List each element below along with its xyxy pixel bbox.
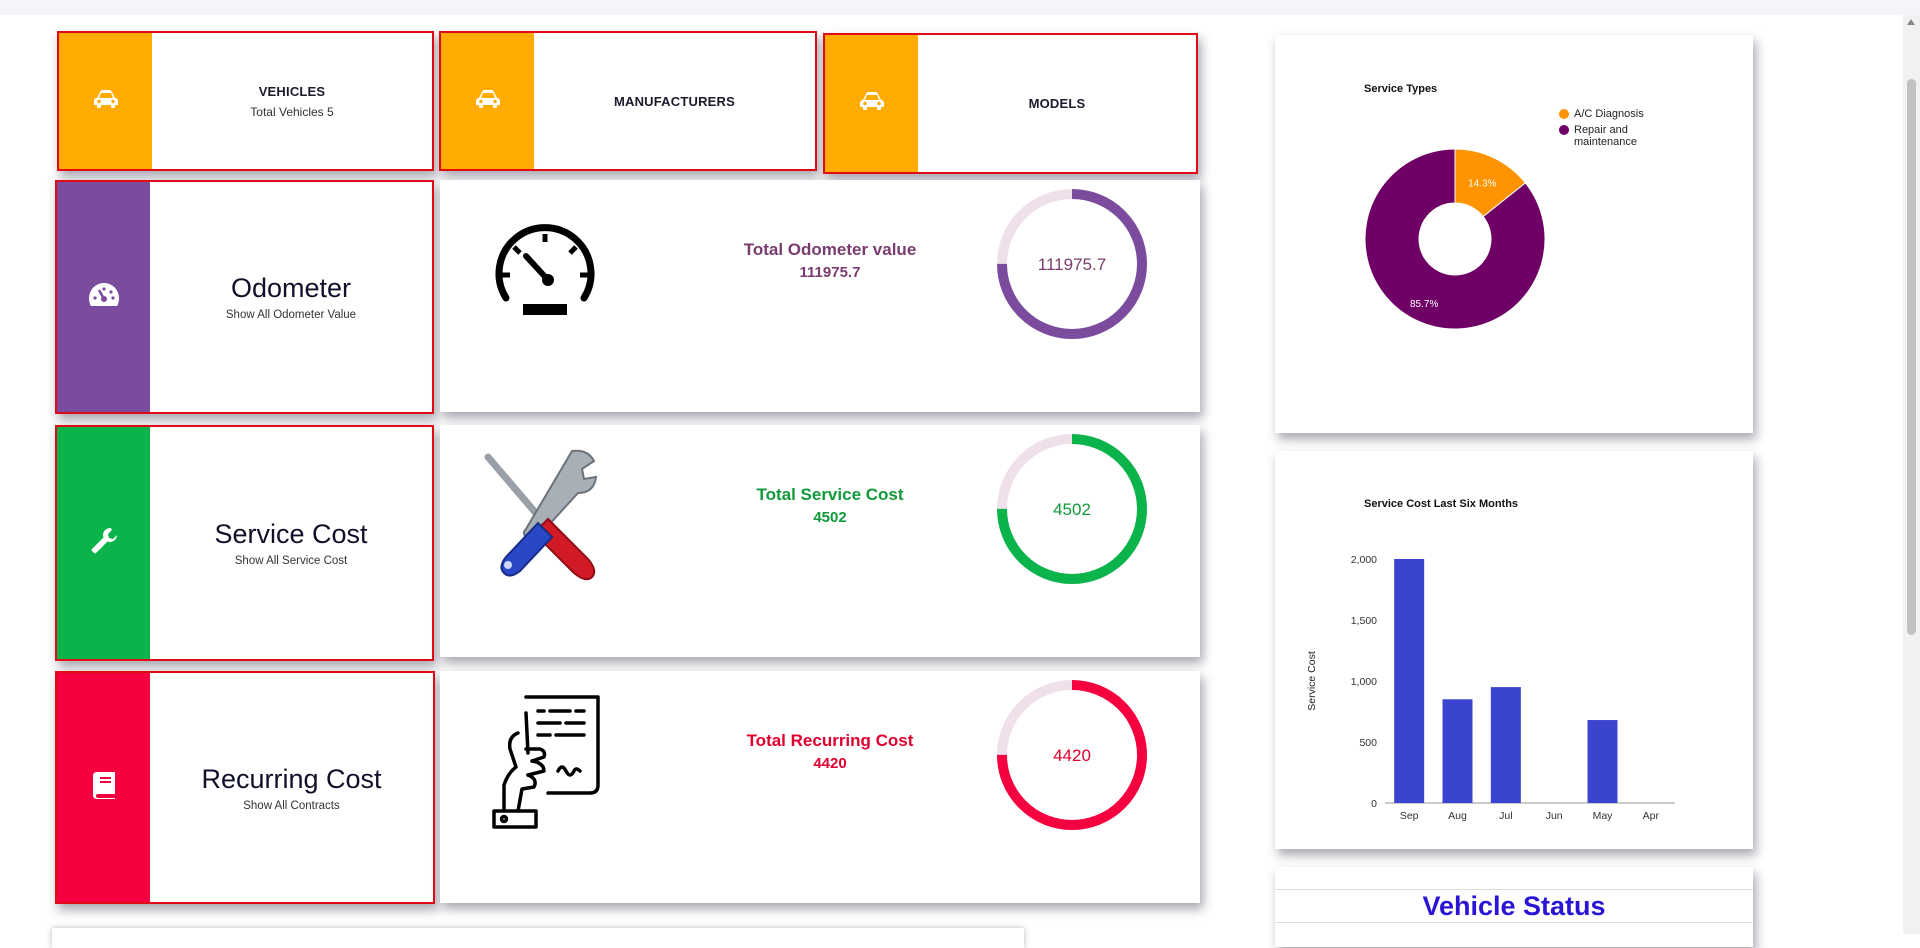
manufacturers-card[interactable]: MANUFACTURERS	[439, 31, 817, 171]
book-icon	[90, 770, 118, 805]
car-icon	[475, 89, 501, 114]
service-types-legend: A/C Diagnosis Repair and maintenance	[1559, 108, 1669, 152]
speedometer-icon	[87, 281, 121, 314]
odometer-strip	[57, 182, 150, 412]
service-total-panel: Total Service Cost 4502 4502	[440, 425, 1200, 657]
pie-data-label: 14.3%	[1468, 178, 1496, 189]
car-icon	[859, 91, 885, 116]
service-cost-subtitle[interactable]: Show All Service Cost	[235, 555, 348, 567]
service-types-donut: 14.3% 85.7%	[1364, 148, 1546, 330]
x-tick-label: Jul	[1499, 810, 1512, 822]
x-tick-label: Sep	[1400, 810, 1419, 822]
service-total-label: Total Service Cost	[756, 485, 904, 504]
bar[interactable]	[1442, 699, 1473, 803]
recurring-cost-card[interactable]: Recurring Cost Show All Contracts	[55, 671, 435, 904]
y-tick-label: 500	[1359, 737, 1377, 749]
odometer-card[interactable]: Odometer Show All Odometer Value	[55, 180, 434, 414]
recurring-cost-title: Recurring Cost	[201, 763, 382, 794]
bottom-card-partial	[52, 928, 1024, 948]
service-ring-value: 4502	[1053, 500, 1091, 519]
service-cost-strip	[57, 427, 150, 659]
service-ring: 4502	[992, 429, 1152, 594]
manufacturers-strip	[441, 33, 534, 169]
y-axis-label: Service Cost	[1306, 651, 1318, 711]
models-title: MODELS	[1028, 96, 1086, 111]
legend-label: Repair and maintenance	[1574, 124, 1637, 148]
vehicles-title: VEHICLES	[258, 83, 326, 99]
vehicles-card[interactable]: VEHICLES Total Vehicles 5	[57, 31, 434, 171]
x-tick-label: Apr	[1643, 810, 1660, 822]
legend-label: A/C Diagnosis	[1574, 108, 1644, 120]
models-strip	[825, 35, 918, 172]
service-total-value: 4502	[813, 509, 847, 526]
scrollbar[interactable]	[1903, 15, 1920, 934]
recurring-cost-strip	[57, 673, 150, 902]
recurring-total-value: 4420	[813, 755, 847, 772]
vehicles-subtitle: Total Vehicles 5	[250, 104, 334, 119]
speedometer-large-icon	[490, 220, 600, 325]
odometer-ring-value: 111975.7	[1038, 255, 1106, 274]
bar[interactable]	[1587, 720, 1618, 803]
manufacturers-title: MANUFACTURERS	[613, 93, 736, 109]
service-cost-card[interactable]: Service Cost Show All Service Cost	[55, 425, 434, 661]
scrollbar-thumb[interactable]	[1907, 79, 1916, 635]
recurring-ring-value: 4420	[1053, 746, 1091, 765]
service-cost-bar-chart: Service Cost 0 500 1,000 1,500 2,000 Sep Aug Jul…	[1306, 554, 1675, 822]
service-types-chart-panel: Service Types A/C Diagnosis Repair and m…	[1275, 35, 1753, 433]
models-card[interactable]: MODELS	[823, 33, 1198, 174]
service-cost-title: Service Cost	[214, 519, 368, 549]
vehicles-strip	[59, 33, 152, 169]
x-tick-label: May	[1593, 810, 1614, 822]
odometer-total-value: 111975.7	[799, 264, 861, 281]
odometer-ring: 111975.7	[992, 184, 1152, 349]
x-tick-label: Jun	[1546, 810, 1563, 822]
vehicle-status-panel: Vehicle Status	[1275, 867, 1753, 947]
odometer-total-label: Total Odometer value	[743, 240, 917, 259]
odometer-title: Odometer	[230, 273, 352, 303]
contract-icon	[488, 693, 608, 838]
bar[interactable]	[1394, 559, 1425, 803]
legend-dot	[1559, 125, 1569, 135]
scroll-up-arrow[interactable]	[1907, 19, 1915, 25]
pie-data-label: 85.7%	[1410, 299, 1438, 310]
y-tick-label: 1,000	[1351, 676, 1377, 688]
y-tick-label: 2,000	[1351, 554, 1377, 566]
y-tick-label: 1,500	[1351, 615, 1377, 627]
odometer-total-panel: Total Odometer value 111975.7 111975.7	[440, 180, 1200, 412]
odometer-subtitle[interactable]: Show All Odometer Value	[226, 309, 356, 321]
service-cost-chart-panel: Service Cost Last Six Months Service Cos…	[1275, 451, 1753, 849]
recurring-cost-subtitle[interactable]: Show All Contracts	[243, 800, 340, 812]
recurring-ring: 4420	[992, 675, 1152, 840]
service-types-title: Service Types	[1364, 83, 1438, 95]
recurring-total-label: Total Recurring Cost	[746, 731, 914, 750]
car-icon	[93, 89, 119, 114]
bar[interactable]	[1490, 687, 1521, 803]
legend-item[interactable]: A/C Diagnosis	[1559, 108, 1669, 120]
legend-dot	[1559, 109, 1569, 119]
recurring-total-panel: Total Recurring Cost 4420 4420	[440, 671, 1200, 903]
y-tick-label: 0	[1371, 798, 1377, 810]
legend-item[interactable]: Repair and maintenance	[1559, 124, 1669, 148]
wrench-icon	[88, 525, 120, 562]
x-tick-label: Aug	[1448, 810, 1467, 822]
top-bar	[0, 0, 1920, 15]
vehicle-status-title: Vehicle Status	[1422, 890, 1606, 921]
tools-icon	[476, 447, 616, 592]
